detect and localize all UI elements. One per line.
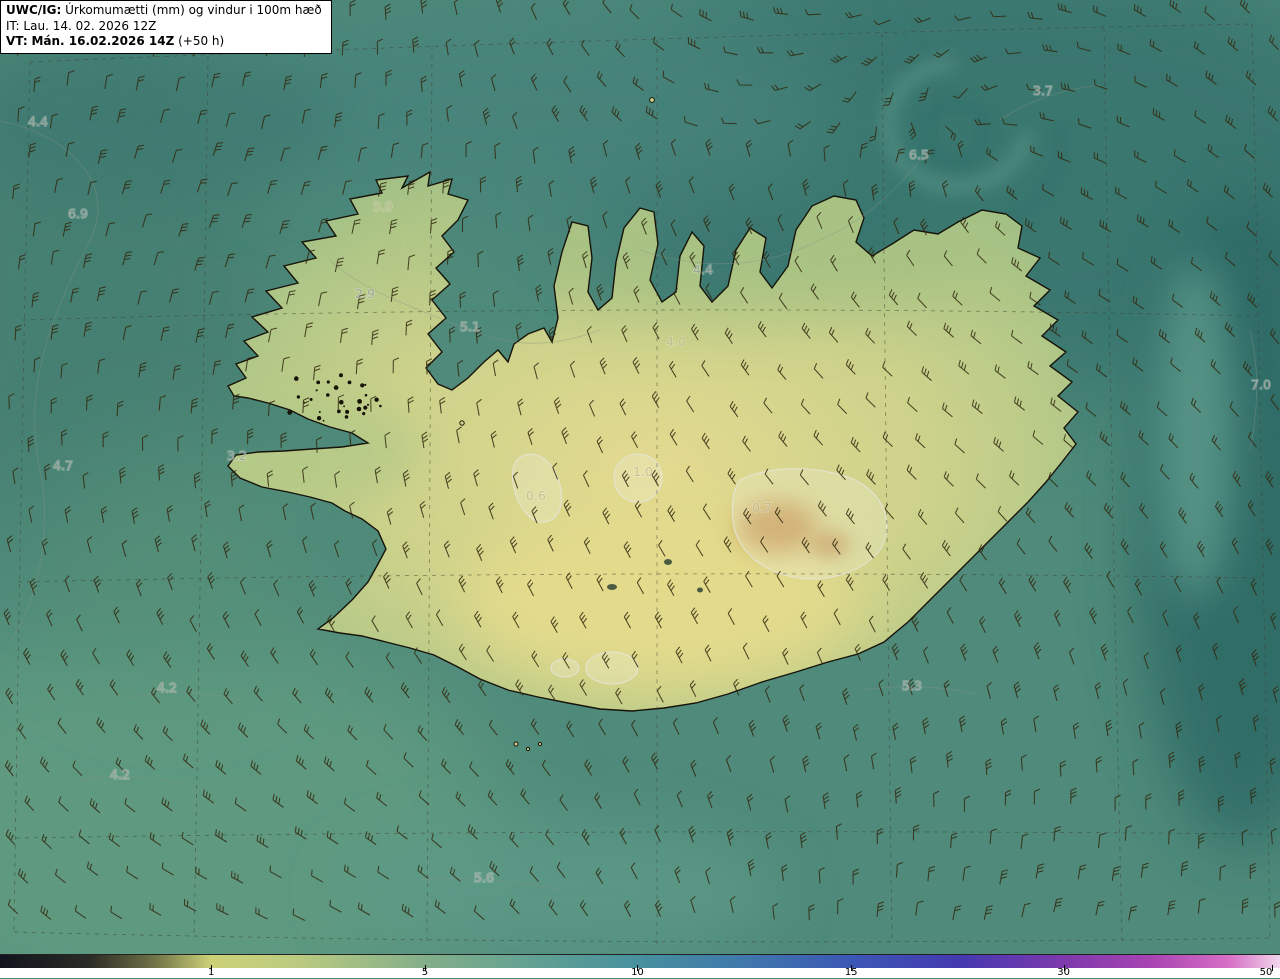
contour-label: 6.9 [68, 206, 88, 221]
init-label: IT: [6, 18, 20, 33]
contour-label: 1.0 [633, 464, 653, 479]
valid-time-line: VT: Mán. 16.02.2026 14Z (+50 h) [6, 34, 322, 50]
contour-label: 3.7 [1033, 83, 1053, 98]
colorbar-tick-label: 50 [1259, 967, 1273, 978]
weather-map: 4.4 6.9 3.9 2.9 5.1 4.4 6.5 3.7 7.0 4.0 3.2 4.7 1.0 0… [0, 0, 1280, 954]
contour-label: 2.9 [355, 286, 375, 301]
contour-label: 3.2 [227, 448, 247, 463]
colorbar: 1 5 10 15 30 50 [0, 954, 1280, 978]
contour-label: 4.7 [53, 458, 73, 473]
model-name: UWC/IG: [6, 3, 62, 17]
colorbar-tick-label: 5 [421, 967, 429, 978]
colorbar-tick-label: 15 [844, 967, 858, 978]
valid-offset: (+50 h) [178, 34, 225, 49]
colorbar-tick-label: 10 [631, 967, 644, 978]
contour-label: 6.5 [909, 147, 929, 162]
weather-map-stage: 4.4 6.9 3.9 2.9 5.1 4.4 6.5 3.7 7.0 4.0 3.2 4.7 1.0 0… [0, 0, 1280, 978]
glacier-myrdalsjokull [585, 651, 639, 685]
contour-label: 7.0 [1251, 377, 1271, 392]
contour-label: 4.4 [28, 114, 48, 129]
contour-label: 5.3 [902, 678, 922, 693]
colorbar-tick-label: 1 [208, 967, 215, 978]
init-time: Lau. 14. 02. 2026 12Z [23, 18, 157, 33]
contour-label: 3.9 [373, 199, 393, 214]
contour-label: 0.6 [526, 488, 546, 503]
map-title-box: UWC/IG: Úrkomumætti (mm) og vindur i 100… [0, 0, 332, 54]
contour-label: 0.7 [752, 500, 772, 515]
colorbar-gradient [0, 954, 1280, 971]
valid-label: VT: [6, 34, 28, 49]
init-time-line: IT: Lau. 14. 02. 2026 12Z [6, 19, 322, 35]
map-title: Úrkomumætti (mm) og vindur i 100m hæð [65, 3, 322, 17]
contour-label: 5.6 [474, 870, 494, 885]
valid-time: Mán. 16.02.2026 14Z [31, 34, 175, 49]
colorbar-tick-label: 30 [1057, 967, 1071, 978]
contour-label: 4.2 [110, 767, 130, 782]
contour-label: 4.2 [157, 680, 177, 695]
contour-label: 4.4 [693, 262, 713, 277]
contour-label: 5.1 [460, 319, 480, 334]
colorbar-labels: 1 5 10 15 30 50 [0, 967, 1280, 979]
map-title-line: UWC/IG: Úrkomumætti (mm) og vindur i 100… [6, 3, 322, 19]
contour-label: 4.0 [666, 334, 686, 349]
